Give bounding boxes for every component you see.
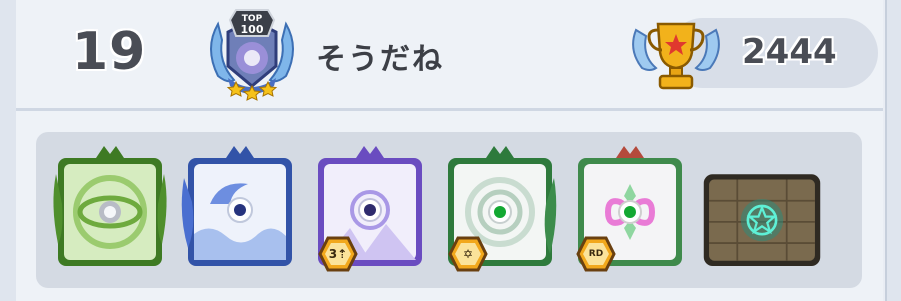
level-badge-text: ✡ <box>462 247 474 261</box>
level-badge-dragon: RD <box>576 236 616 272</box>
ruleset-card[interactable] <box>702 156 822 286</box>
badge-num-text: 100 <box>241 23 264 36</box>
top100-badge-icon: TOP 100 <box>210 9 294 101</box>
level-badge-text: RD <box>588 249 604 259</box>
right-frame <box>885 0 901 301</box>
team-panel: 3⇡ ✡ RD <box>36 132 862 288</box>
level-badge-text: 3⇡ <box>328 247 348 261</box>
trophy-count: 2444 <box>742 32 837 72</box>
level-badge-life: ✡ <box>448 236 488 272</box>
level-badge-arcane: 3⇡ <box>318 236 358 272</box>
rank-number: 19 <box>72 22 147 82</box>
summoner-card-earth[interactable] <box>50 144 170 274</box>
leaderboard-entry[interactable]: 19 TOP 100 そうだね 2444 3⇡ ✡ RD <box>16 0 883 301</box>
trophy-icon <box>632 22 720 90</box>
divider <box>16 108 883 111</box>
player-name[interactable]: そうだね <box>316 34 444 78</box>
monster-card-water[interactable] <box>180 144 300 274</box>
